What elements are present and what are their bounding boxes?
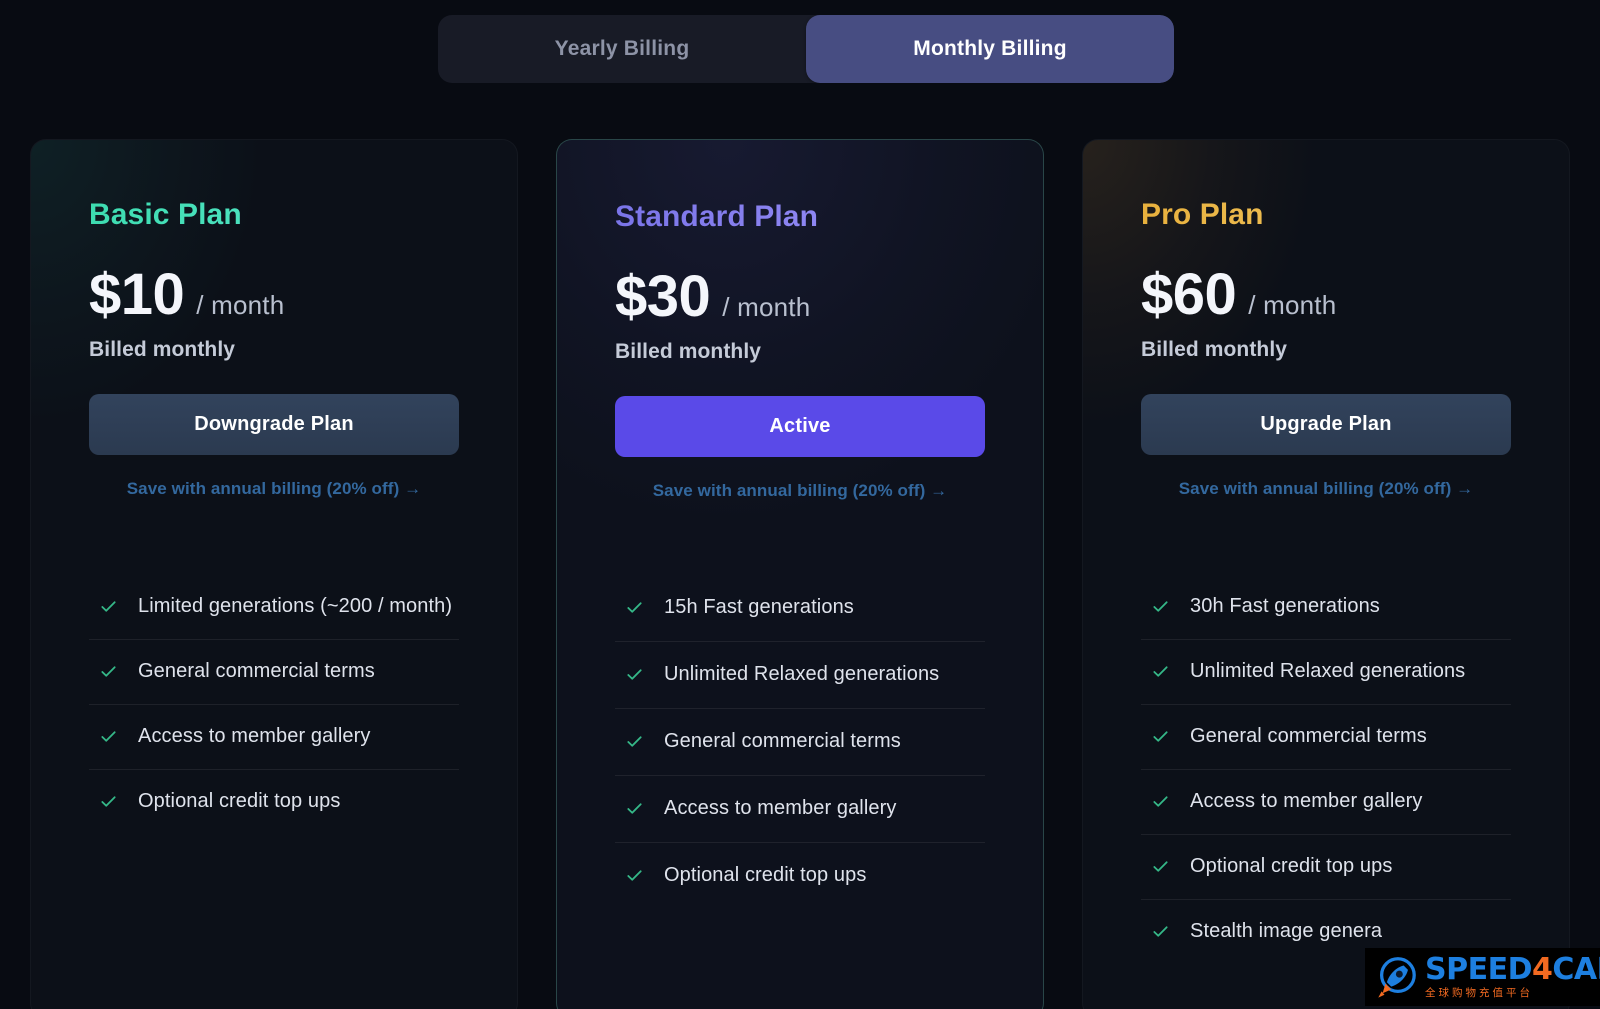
plan-billed-note-pro: Billed monthly <box>1141 338 1288 361</box>
plan-price-amount-basic: $10 <box>89 262 185 327</box>
toggle-option-yearly[interactable]: Yearly Billing <box>438 15 806 83</box>
annual-billing-link-standard[interactable]: Save with annual billing (20% off) → <box>615 481 985 501</box>
check-icon <box>101 601 116 612</box>
feature-label: Access to member gallery <box>664 797 897 819</box>
feature-item: Access to member gallery <box>1141 770 1511 835</box>
plan-price-period-standard: / month <box>722 292 811 322</box>
pricing-plans-grid: Basic Plan $10 / month Billed monthly Do… <box>0 139 1600 1009</box>
plan-title-basic: Basic Plan <box>89 198 459 232</box>
upgrade-plan-button[interactable]: Upgrade Plan <box>1141 394 1511 455</box>
feature-item: Limited generations (~200 / month) <box>89 575 459 640</box>
plan-price-period-pro: / month <box>1248 290 1337 320</box>
plan-price-row-standard: $30 / month <box>615 268 985 326</box>
check-icon <box>1153 861 1168 872</box>
plan-features-standard: 15h Fast generations Unlimited Relaxed g… <box>615 575 985 909</box>
check-icon <box>627 870 642 881</box>
feature-label: Optional credit top ups <box>1190 855 1393 877</box>
plan-billed-note-basic: Billed monthly <box>89 338 236 361</box>
billing-toggle-container: Yearly Billing Monthly Billing <box>436 14 1176 84</box>
feature-item: 30h Fast generations <box>1141 575 1511 640</box>
feature-label: Optional credit top ups <box>664 864 867 886</box>
plan-card-standard: Standard Plan $30 / month Billed monthly… <box>556 139 1044 1009</box>
annual-billing-link-pro[interactable]: Save with annual billing (20% off) → <box>1141 479 1511 499</box>
speed4card-watermark: SPEED4CARD 全球购物充值平台 <box>1365 948 1600 1006</box>
plan-features-basic: Limited generations (~200 / month) Gener… <box>89 575 459 834</box>
feature-label: Limited generations (~200 / month) <box>138 595 453 617</box>
watermark-text: SPEED4CARD 全球购物充值平台 <box>1425 955 1600 999</box>
feature-item: Optional credit top ups <box>89 770 459 834</box>
check-icon <box>627 669 642 680</box>
plan-billed-note-standard: Billed monthly <box>615 340 762 363</box>
watermark-brand: SPEED4CARD <box>1425 955 1600 985</box>
plan-price-row-pro: $60 / month <box>1141 266 1511 324</box>
check-icon <box>1153 601 1168 612</box>
plan-card-basic: Basic Plan $10 / month Billed monthly Do… <box>30 139 518 1009</box>
toggle-option-monthly[interactable]: Monthly Billing <box>806 15 1174 83</box>
feature-label: General commercial terms <box>1190 725 1427 747</box>
plan-title-pro: Pro Plan <box>1141 198 1511 232</box>
plan-price-period-basic: / month <box>196 290 285 320</box>
downgrade-plan-button[interactable]: Downgrade Plan <box>89 394 459 455</box>
feature-item: General commercial terms <box>615 709 985 776</box>
plan-price-amount-pro: $60 <box>1141 262 1237 327</box>
watermark-subtitle: 全球购物充值平台 <box>1425 987 1533 1000</box>
feature-item: Optional credit top ups <box>1141 835 1511 900</box>
feature-item: General commercial terms <box>89 640 459 705</box>
plan-card-basic-content: Basic Plan $10 / month Billed monthly Do… <box>31 140 517 1009</box>
feature-label: 15h Fast generations <box>664 596 854 618</box>
feature-label: Access to member gallery <box>1190 790 1423 812</box>
toggle-option-yearly-label: Yearly Billing <box>554 37 690 60</box>
check-icon <box>101 731 116 742</box>
check-icon <box>627 803 642 814</box>
feature-label: General commercial terms <box>664 730 901 752</box>
check-icon <box>101 666 116 677</box>
check-icon <box>1153 796 1168 807</box>
plan-card-pro: Pro Plan $60 / month Billed monthly Upgr… <box>1082 139 1570 1009</box>
feature-item: Optional credit top ups <box>615 843 985 909</box>
check-icon <box>1153 926 1168 937</box>
watermark-brand-digit: 4 <box>1531 952 1553 988</box>
feature-item: Access to member gallery <box>89 705 459 770</box>
plan-price-amount-standard: $30 <box>615 264 711 329</box>
billing-toggle[interactable]: Yearly Billing Monthly Billing <box>438 15 1174 83</box>
feature-label: Stealth image genera <box>1190 920 1383 942</box>
toggle-option-monthly-label: Monthly Billing <box>913 37 1067 60</box>
feature-item: Access to member gallery <box>615 776 985 843</box>
plan-price-row-basic: $10 / month <box>89 266 459 324</box>
check-icon <box>627 602 642 613</box>
watermark-brand-prefix: SPEED <box>1425 952 1532 988</box>
feature-label: Unlimited Relaxed generations <box>1190 660 1466 682</box>
plan-card-standard-content: Standard Plan $30 / month Billed monthly… <box>557 140 1043 1009</box>
active-plan-button[interactable]: Active <box>615 396 985 457</box>
watermark-brand-suffix: CARD <box>1552 952 1600 988</box>
rocket-icon <box>1378 957 1416 998</box>
feature-item: General commercial terms <box>1141 705 1511 770</box>
feature-label: Optional credit top ups <box>138 790 341 812</box>
check-icon <box>1153 731 1168 742</box>
feature-label: General commercial terms <box>138 660 375 682</box>
plan-card-pro-content: Pro Plan $60 / month Billed monthly Upgr… <box>1083 140 1569 1009</box>
plan-title-standard: Standard Plan <box>615 200 985 234</box>
feature-item: Unlimited Relaxed generations <box>615 642 985 709</box>
check-icon <box>627 736 642 747</box>
check-icon <box>101 796 116 807</box>
check-icon <box>1153 666 1168 677</box>
feature-label: 30h Fast generations <box>1190 595 1380 617</box>
annual-billing-link-basic[interactable]: Save with annual billing (20% off) → <box>89 479 459 499</box>
feature-item: 15h Fast generations <box>615 575 985 642</box>
feature-item: Unlimited Relaxed generations <box>1141 640 1511 705</box>
feature-label: Unlimited Relaxed generations <box>664 663 940 685</box>
plan-features-pro: 30h Fast generations Unlimited Relaxed g… <box>1141 575 1511 964</box>
feature-label: Access to member gallery <box>138 725 371 747</box>
